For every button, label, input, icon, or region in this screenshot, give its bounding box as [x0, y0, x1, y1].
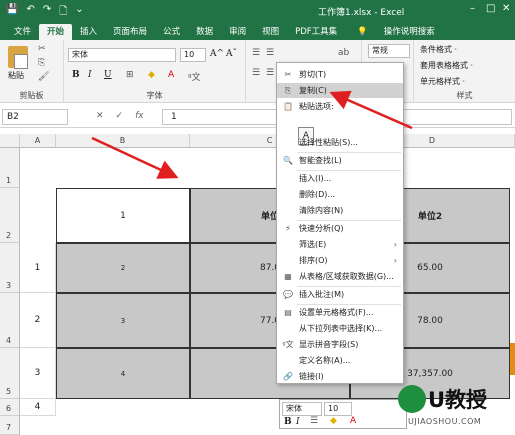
annotation-arrows: [91, 90, 413, 179]
watermark-brand: U教授: [428, 388, 488, 412]
arrow-to-cell: [91, 136, 179, 179]
watermark-logo-icon: [398, 385, 426, 413]
watermark-url: UJIAOSHOU.COM: [408, 417, 482, 426]
arrow-to-copy: [329, 90, 413, 130]
watermark: U教授 UJIAOSHOU.COM: [398, 381, 515, 435]
